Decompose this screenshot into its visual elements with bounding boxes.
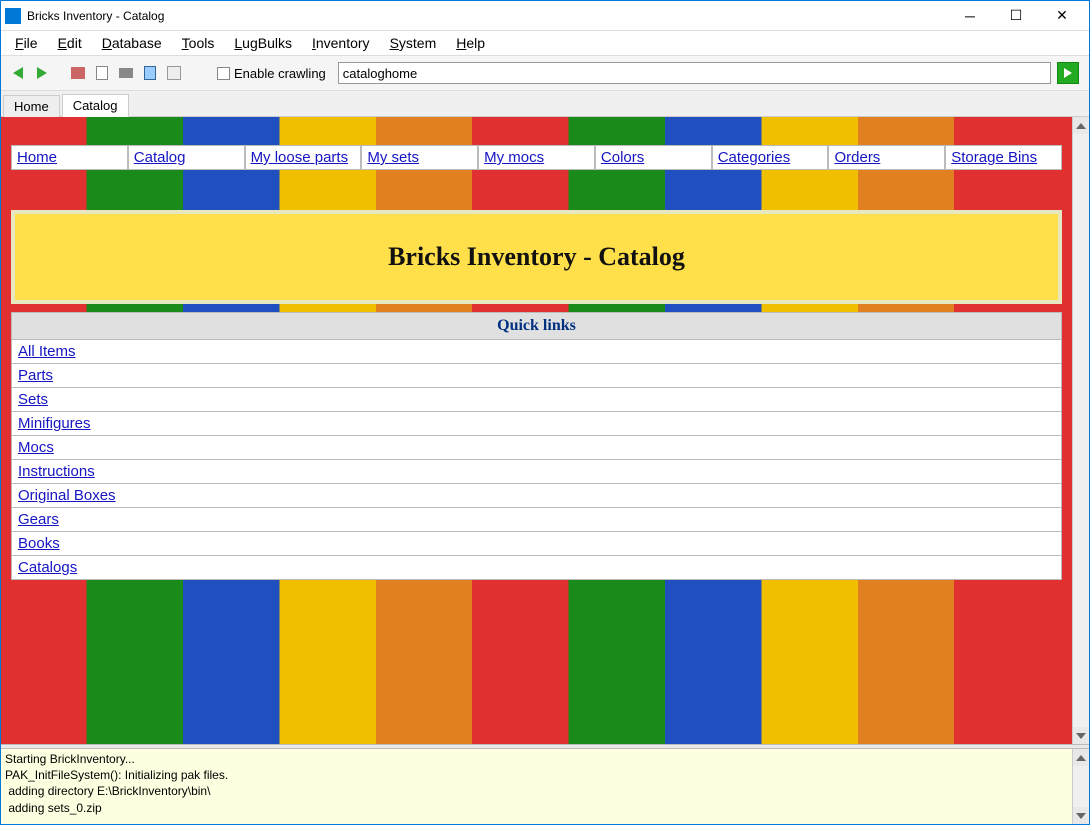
minimize-button[interactable]: ─ — [947, 1, 993, 31]
menu-edit[interactable]: Edit — [50, 33, 90, 53]
menu-system[interactable]: System — [382, 33, 445, 53]
log-scroll-down[interactable] — [1073, 807, 1089, 824]
nav-home[interactable]: Home — [17, 149, 57, 166]
tab-catalog[interactable]: Catalog — [62, 94, 129, 117]
content-area: Home Catalog My loose parts My sets My m… — [1, 117, 1089, 744]
menu-tools[interactable]: Tools — [174, 33, 223, 53]
nav-links: Home Catalog My loose parts My sets My m… — [11, 145, 1062, 170]
log-area: Starting BrickInventory... PAK_InitFileS… — [1, 749, 1089, 824]
quick-links-header: Quick links — [12, 313, 1062, 340]
page-icon — [96, 66, 108, 80]
home-icon — [71, 67, 85, 79]
menu-help[interactable]: Help — [448, 33, 493, 53]
toolbar: Enable crawling — [1, 55, 1089, 91]
nav-categories[interactable]: Categories — [718, 149, 791, 166]
menu-file[interactable]: File — [7, 33, 46, 53]
enable-crawling-checkbox[interactable]: Enable crawling — [217, 66, 326, 81]
quick-link-parts[interactable]: Parts — [18, 367, 53, 384]
tab-home[interactable]: Home — [3, 95, 60, 117]
go-arrow-icon — [1064, 68, 1072, 78]
quick-link-books[interactable]: Books — [18, 535, 60, 552]
quick-link-sets[interactable]: Sets — [18, 391, 48, 408]
copy-button[interactable] — [139, 62, 161, 84]
crawl-label: Enable crawling — [234, 66, 326, 81]
chevron-down-icon — [1076, 733, 1086, 739]
page-body: Home Catalog My loose parts My sets My m… — [1, 117, 1072, 744]
quick-links-table: Quick links All Items Parts Sets Minifig… — [11, 312, 1062, 580]
arrow-left-icon — [13, 67, 23, 79]
menu-lugbulks[interactable]: LugBulks — [226, 33, 300, 53]
close-button[interactable]: ✕ — [1039, 1, 1085, 31]
quick-link-all-items[interactable]: All Items — [18, 343, 76, 360]
page-banner: Bricks Inventory - Catalog — [11, 210, 1062, 304]
tool-icon — [167, 66, 181, 80]
maximize-button[interactable]: ☐ — [993, 1, 1039, 31]
scroll-up-button[interactable] — [1073, 117, 1089, 134]
back-button[interactable] — [7, 62, 29, 84]
log-scroll-up[interactable] — [1073, 749, 1089, 766]
quick-link-catalogs[interactable]: Catalogs — [18, 559, 77, 576]
chevron-down-icon — [1076, 813, 1086, 819]
menu-inventory[interactable]: Inventory — [304, 33, 378, 53]
home-button[interactable] — [67, 62, 89, 84]
go-button[interactable] — [1057, 62, 1079, 84]
window-title: Bricks Inventory - Catalog — [27, 9, 947, 23]
quick-link-original-boxes[interactable]: Original Boxes — [18, 487, 116, 504]
log-text[interactable]: Starting BrickInventory... PAK_InitFileS… — [1, 749, 1072, 824]
tool-button[interactable] — [163, 62, 185, 84]
print-button[interactable] — [115, 62, 137, 84]
copy-icon — [144, 66, 156, 80]
menu-database[interactable]: Database — [94, 33, 170, 53]
print-icon — [119, 68, 133, 78]
app-icon — [5, 8, 21, 24]
arrow-right-icon — [37, 67, 47, 79]
quick-link-mocs[interactable]: Mocs — [18, 439, 54, 456]
page-title: Bricks Inventory - Catalog — [25, 242, 1048, 272]
nav-catalog[interactable]: Catalog — [134, 149, 186, 166]
scroll-track[interactable] — [1073, 134, 1089, 727]
nav-colors[interactable]: Colors — [601, 149, 644, 166]
checkbox-icon — [217, 67, 230, 80]
log-scroll-track[interactable] — [1073, 766, 1089, 807]
menubar: File Edit Database Tools LugBulks Invent… — [1, 31, 1089, 55]
page-button[interactable] — [91, 62, 113, 84]
chevron-up-icon — [1076, 123, 1086, 129]
nav-orders[interactable]: Orders — [834, 149, 880, 166]
nav-my-mocs[interactable]: My mocs — [484, 149, 544, 166]
nav-storage-bins[interactable]: Storage Bins — [951, 149, 1037, 166]
chevron-up-icon — [1076, 755, 1086, 761]
nav-my-sets[interactable]: My sets — [367, 149, 419, 166]
log-scrollbar[interactable] — [1072, 749, 1089, 824]
window-controls: ─ ☐ ✕ — [947, 1, 1085, 31]
quick-link-instructions[interactable]: Instructions — [18, 463, 95, 480]
content-scroll[interactable]: Home Catalog My loose parts My sets My m… — [1, 117, 1072, 744]
titlebar: Bricks Inventory - Catalog ─ ☐ ✕ — [1, 1, 1089, 31]
quick-link-minifigures[interactable]: Minifigures — [18, 415, 91, 432]
tabs-row: Home Catalog — [1, 91, 1089, 117]
quick-link-gears[interactable]: Gears — [18, 511, 59, 528]
content-scrollbar[interactable] — [1072, 117, 1089, 744]
forward-button[interactable] — [31, 62, 53, 84]
address-input[interactable] — [338, 62, 1051, 84]
nav-loose-parts[interactable]: My loose parts — [251, 149, 349, 166]
scroll-down-button[interactable] — [1073, 727, 1089, 744]
